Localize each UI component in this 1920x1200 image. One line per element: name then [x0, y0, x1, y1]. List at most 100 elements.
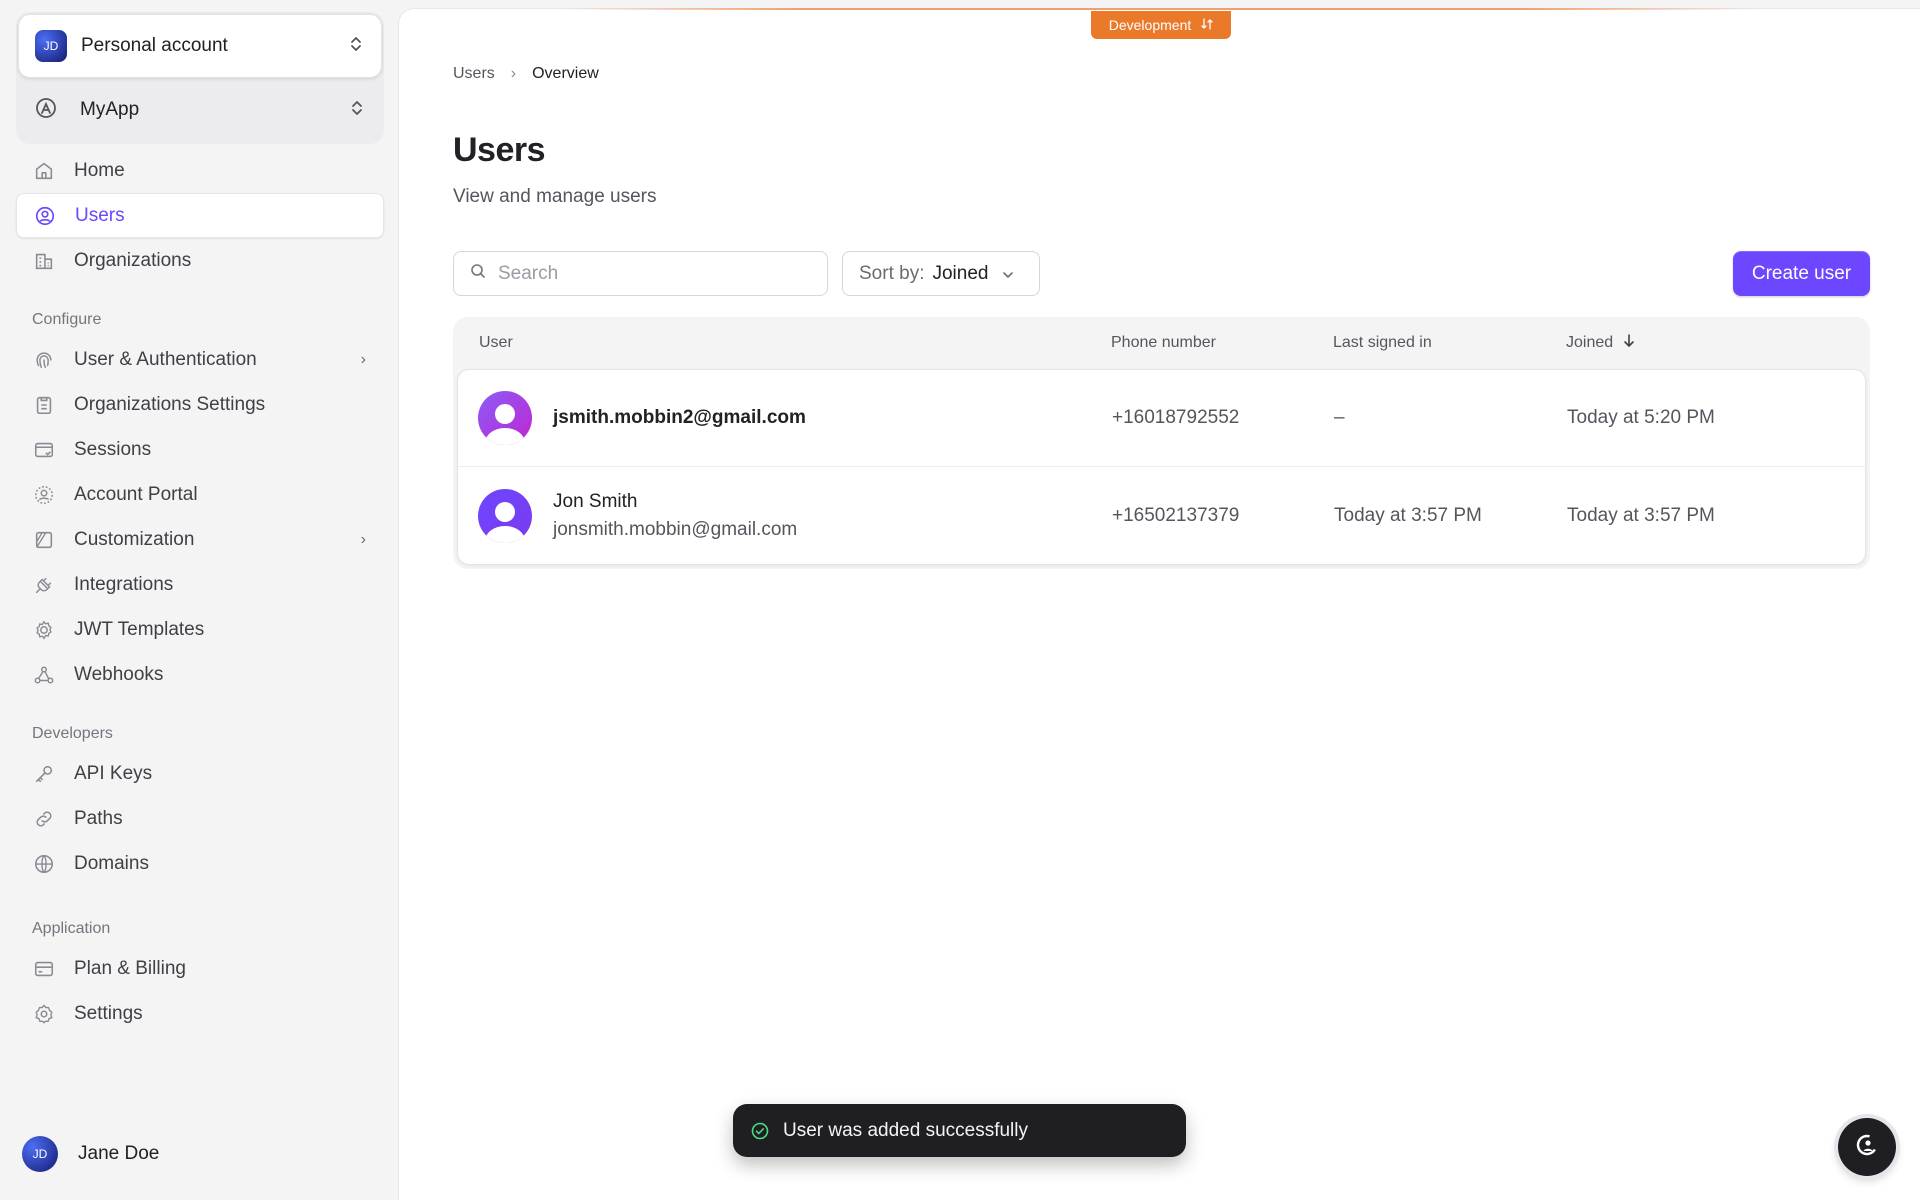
environment-line — [559, 8, 1760, 10]
section-title-configure: Configure — [32, 311, 102, 328]
nav-item-label: User & Authentication — [74, 348, 257, 370]
nav-item-label: Organizations — [74, 249, 192, 271]
configure-nav: User & Authentication › Organizations Se… — [16, 337, 384, 697]
create-user-button[interactable]: Create user — [1733, 251, 1870, 296]
search-input[interactable] — [498, 262, 798, 285]
main-panel: Development Users › Overview Users View … — [398, 8, 1920, 1200]
section-title-application: Application — [32, 920, 111, 937]
chevron-up-down-icon — [350, 98, 364, 123]
account-avatar: JD — [35, 30, 67, 62]
table-row[interactable]: jsmith.mobbin2@gmail.com +16018792552 – … — [458, 370, 1865, 467]
nav-item-label: JWT Templates — [74, 618, 205, 640]
nav-item-sessions[interactable]: Sessions — [16, 427, 384, 472]
nav-item-integrations[interactable]: Integrations — [16, 562, 384, 607]
nav-item-label: API Keys — [74, 762, 153, 784]
building-icon — [32, 249, 56, 273]
user-cell: Jon Smith jonsmith.mobbin@gmail.com — [458, 488, 1112, 543]
user-primary: jsmith.mobbin2@gmail.com — [553, 407, 806, 428]
nav-item-domains[interactable]: Domains — [16, 841, 384, 886]
breadcrumb: Users › Overview — [453, 65, 599, 83]
sort-dropdown[interactable]: Sort by: Joined — [842, 251, 1040, 296]
chevron-right-icon: › — [510, 65, 517, 82]
app-switcher[interactable]: MyApp — [18, 78, 382, 142]
nav-item-label: Webhooks — [74, 663, 164, 685]
environment-badge[interactable]: Development — [1091, 11, 1231, 39]
current-user-name: Jane Doe — [78, 1143, 160, 1164]
nav-item-home[interactable]: Home — [16, 148, 384, 193]
nav-item-organizations-settings[interactable]: Organizations Settings — [16, 382, 384, 427]
account-switcher[interactable]: JD Personal account — [18, 14, 382, 78]
webhook-icon — [32, 663, 56, 687]
toast-message: User was added successfully — [783, 1119, 1028, 1141]
avatar: JD — [22, 1136, 58, 1172]
page-subtitle: View and manage users — [453, 186, 657, 207]
nav-item-label: Settings — [74, 1002, 143, 1024]
user-primary: Jon Smith — [553, 490, 638, 512]
nav-item-webhooks[interactable]: Webhooks — [16, 652, 384, 697]
nav-item-account-portal[interactable]: Account Portal — [16, 472, 384, 517]
nav-item-settings[interactable]: Settings — [16, 991, 384, 1036]
user-cell: jsmith.mobbin2@gmail.com — [458, 391, 1112, 445]
users-table: User Phone number Last signed in Joined … — [453, 317, 1870, 569]
nav-item-users[interactable]: Users — [16, 193, 384, 238]
nav-item-paths[interactable]: Paths — [16, 796, 384, 841]
last-signed-in-cell: Today at 3:57 PM — [1334, 504, 1482, 526]
chevron-up-down-icon — [349, 34, 363, 59]
gear-badge-icon — [32, 618, 56, 642]
help-launcher-button[interactable] — [1838, 1118, 1896, 1176]
sort-label: Sort by: — [859, 262, 925, 284]
avatar — [478, 488, 532, 543]
nav-item-plan-billing[interactable]: Plan & Billing — [16, 946, 384, 991]
application-nav: Plan & Billing Settings — [16, 946, 384, 1036]
page-title: Users — [453, 131, 546, 169]
check-circle-icon — [751, 1122, 769, 1140]
nav-item-label: Account Portal — [74, 483, 198, 505]
sidebar: JD Personal account MyApp Home Users Org… — [0, 0, 398, 1200]
avatar — [478, 391, 532, 445]
breadcrumb-current: Overview — [532, 65, 599, 82]
palette-icon — [32, 528, 56, 552]
search-box — [453, 251, 828, 296]
app-logo-icon — [34, 96, 58, 125]
user-text: Jon Smith jonsmith.mobbin@gmail.com — [553, 491, 797, 541]
sessions-icon — [32, 438, 56, 462]
phone-cell: +16018792552 — [1112, 407, 1240, 428]
arrow-down-icon — [1623, 333, 1635, 353]
account-label: Personal account — [81, 35, 228, 56]
nav-item-user-authentication[interactable]: User & Authentication › — [16, 337, 384, 382]
nav-item-label: Domains — [74, 852, 149, 874]
current-user-menu[interactable]: JD Jane Doe — [22, 1136, 159, 1172]
column-header-user: User — [479, 334, 513, 351]
user-secondary: jonsmith.mobbin@gmail.com — [553, 518, 798, 540]
nav-item-jwt-templates[interactable]: JWT Templates — [16, 607, 384, 652]
nav-item-label: Plan & Billing — [74, 957, 186, 979]
success-toast: User was added successfully — [733, 1104, 1186, 1157]
home-icon — [32, 159, 56, 183]
link-icon — [32, 807, 56, 831]
last-signed-in-cell: – — [1334, 407, 1345, 428]
nav-item-label: Integrations — [74, 573, 174, 595]
credit-card-icon — [32, 957, 56, 981]
nav-item-customization[interactable]: Customization › — [16, 517, 384, 562]
joined-cell: Today at 5:20 PM — [1567, 407, 1715, 428]
nav-item-label: Customization — [74, 528, 195, 550]
app-label: MyApp — [80, 99, 140, 120]
sort-value: Joined — [932, 262, 989, 284]
table-row[interactable]: Jon Smith jonsmith.mobbin@gmail.com +165… — [458, 467, 1865, 564]
joined-cell: Today at 3:57 PM — [1567, 504, 1715, 526]
gear-icon — [32, 1002, 56, 1026]
user-circle-icon — [33, 204, 57, 228]
swap-arrows-icon — [1201, 17, 1213, 33]
search-icon — [470, 263, 486, 284]
primary-nav: Home Users Organizations — [16, 148, 384, 283]
breadcrumb-users-link[interactable]: Users — [453, 65, 495, 83]
nav-item-api-keys[interactable]: API Keys — [16, 751, 384, 796]
portal-icon — [32, 483, 56, 507]
table-body: jsmith.mobbin2@gmail.com +16018792552 – … — [457, 369, 1866, 565]
column-header-last-signed-in: Last signed in — [1333, 334, 1432, 351]
plug-icon — [32, 573, 56, 597]
phone-cell: +16502137379 — [1112, 504, 1240, 526]
switcher-group: JD Personal account MyApp — [16, 12, 384, 144]
column-header-joined[interactable]: Joined — [1566, 333, 1866, 353]
nav-item-organizations[interactable]: Organizations — [16, 238, 384, 283]
